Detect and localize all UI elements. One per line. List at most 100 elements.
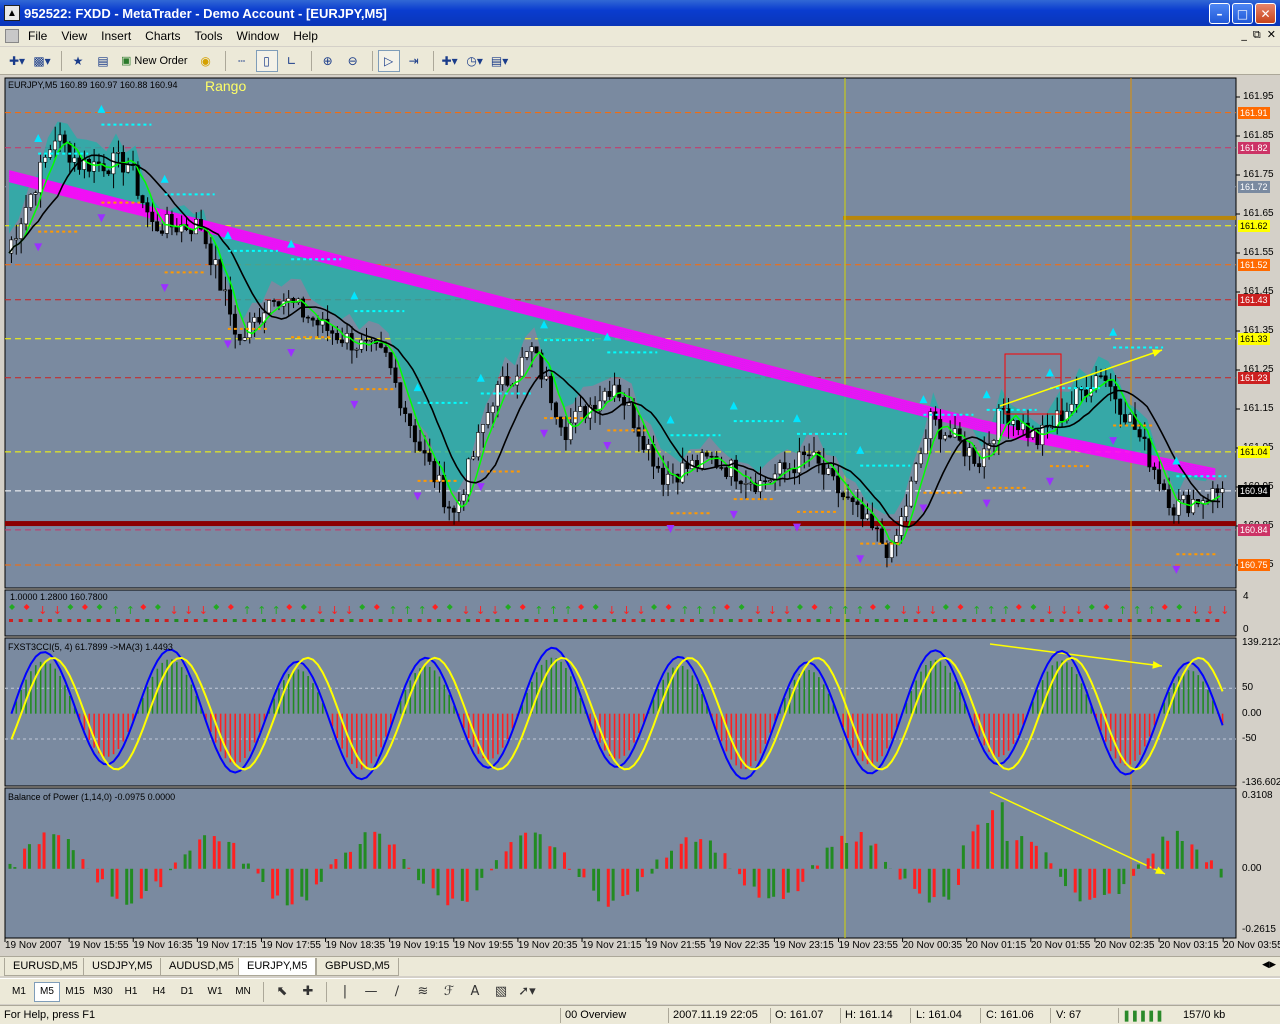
- candle-body: [962, 440, 967, 457]
- navigator-icon[interactable]: ▤: [92, 50, 114, 72]
- new-chart-icon[interactable]: ✚▾: [6, 50, 28, 72]
- signal-dot: [1049, 619, 1054, 622]
- indicators-icon[interactable]: ✚▾: [439, 50, 461, 72]
- status-bar: For Help, press F1 00 Overview 2007.11.1…: [0, 1005, 1280, 1024]
- channel-icon[interactable]: ≋: [410, 982, 436, 1002]
- menu-view[interactable]: View: [54, 29, 94, 43]
- bar-chart-icon[interactable]: ┄: [231, 50, 253, 72]
- profiles-icon[interactable]: ▩▾: [31, 50, 53, 72]
- zoom-out-icon[interactable]: ⊖: [342, 50, 364, 72]
- child-minimize-icon[interactable]: _: [1241, 28, 1247, 42]
- time-label: 19 Nov 23:15: [774, 940, 834, 951]
- minimize-button[interactable]: –: [1209, 3, 1230, 24]
- trendline-icon[interactable]: ∕: [384, 982, 410, 1002]
- tf-h4[interactable]: H4: [146, 982, 172, 1002]
- auto-scroll-icon[interactable]: ▷: [377, 49, 400, 72]
- cci-tick: -50: [1242, 733, 1257, 745]
- signal-dot: [826, 619, 831, 622]
- candle-body: [1171, 507, 1176, 516]
- templates-icon[interactable]: ▤▾: [489, 50, 511, 72]
- close-button[interactable]: ✕: [1255, 3, 1276, 24]
- candle-body: [826, 467, 831, 475]
- crosshair-icon[interactable]: ✚: [295, 982, 321, 1002]
- price-tag: 161.23: [1238, 371, 1270, 384]
- candle-body: [1157, 469, 1162, 485]
- tf-m30[interactable]: M30: [90, 982, 116, 1002]
- candle-body: [943, 435, 948, 440]
- tf-w1[interactable]: W1: [202, 982, 228, 1002]
- chart-canvas[interactable]: ↓ ↓ ↑ ↑ ↓ ↓ ↓ ↑ ↑ ↑ ↓ ↓ ↓ ↑ ↑ ↑ ↓ ↓ ↓ ↑ ↑ ↑ ↓ ↓ ↓ ↑ ↑ ↑ ↓ ↓ ↓ ↑ ↑ ↑ ↓ ↓ ↓ ↑ ↑ ↑…: [0, 76, 1280, 954]
- chart-shift-icon[interactable]: ⇥: [403, 50, 425, 72]
- candle-body: [471, 456, 476, 460]
- candle-body: [665, 473, 670, 485]
- signal-buy-arrow: ↑: [1133, 604, 1142, 617]
- tf-d1[interactable]: D1: [174, 982, 200, 1002]
- vertical-line-icon[interactable]: |: [332, 982, 358, 1002]
- tf-m5[interactable]: M5: [34, 981, 60, 1002]
- expert-advisors-icon[interactable]: ◉: [195, 50, 217, 72]
- arrows-icon[interactable]: ➚▾: [514, 982, 540, 1002]
- new-order-button[interactable]: ▣ New Order: [117, 50, 192, 72]
- signal-dot: [77, 619, 82, 622]
- candle-body: [549, 375, 554, 404]
- signal-sell-arrow: ↓: [38, 604, 47, 617]
- rango-label: Rango: [205, 78, 247, 94]
- time-label: 20 Nov 03:55: [1223, 940, 1280, 951]
- signal-sell-arrow: ↓: [768, 604, 777, 617]
- candle-body: [62, 134, 67, 144]
- candle-body: [1215, 488, 1220, 493]
- signal-buy-arrow: ↑: [841, 604, 850, 617]
- signal-dot: [310, 619, 315, 622]
- time-label: 19 Nov 21:15: [582, 940, 642, 951]
- menu-help[interactable]: Help: [286, 29, 325, 43]
- tf-mn[interactable]: MN: [230, 982, 256, 1002]
- signal-buy-arrow: ↑: [242, 604, 251, 617]
- tab-gbpusd[interactable]: GBPUSD,M5: [316, 958, 399, 976]
- tab-eurusd[interactable]: EURUSD,M5: [4, 958, 87, 976]
- tab-eurjpy[interactable]: EURJPY,M5: [238, 958, 317, 976]
- menu-tools[interactable]: Tools: [188, 29, 230, 43]
- price-tick: 161.55: [1243, 247, 1274, 258]
- chart-window-icon[interactable]: [5, 29, 19, 43]
- market-watch-icon[interactable]: ★: [67, 50, 89, 72]
- zoom-in-icon[interactable]: ⊕: [317, 50, 339, 72]
- candle-body: [836, 475, 841, 494]
- time-label: 20 Nov 02:35: [1094, 940, 1155, 951]
- candle-body: [33, 192, 38, 195]
- text-icon[interactable]: A: [462, 982, 488, 1002]
- signal-sell-arrow: ↓: [1191, 604, 1200, 617]
- child-close-icon[interactable]: ✕: [1267, 28, 1276, 42]
- tf-m15[interactable]: M15: [62, 982, 88, 1002]
- signal-buy-arrow: ↑: [563, 604, 572, 617]
- resistance-line: [843, 215, 1236, 220]
- signal-sell-arrow: ↓: [315, 604, 324, 617]
- text-label-icon[interactable]: ▧: [488, 982, 514, 1002]
- signal-dot: [553, 619, 558, 622]
- tab-audusd[interactable]: AUDUSD,M5: [160, 958, 243, 976]
- child-restore-icon[interactable]: ⧉: [1253, 28, 1261, 42]
- signal-dot: [894, 619, 899, 622]
- menu-window[interactable]: Window: [230, 29, 287, 43]
- tab-scroll-icon[interactable]: ◀▶: [1262, 960, 1276, 970]
- candlestick-icon[interactable]: ▯: [255, 49, 278, 72]
- tf-m1[interactable]: M1: [6, 982, 32, 1002]
- candle-body: [797, 451, 802, 474]
- signal-sell-arrow: ↓: [476, 604, 485, 617]
- metatrader-icon[interactable]: ▲: [4, 5, 20, 21]
- menu-insert[interactable]: Insert: [94, 29, 138, 43]
- candle-body: [865, 513, 870, 520]
- periods-icon[interactable]: ◷▾: [464, 50, 486, 72]
- status-traffic: 157/0 kb: [1183, 1009, 1226, 1021]
- maximize-button[interactable]: □: [1232, 3, 1253, 24]
- line-chart-icon[interactable]: ∟: [281, 50, 303, 72]
- fibonacci-icon[interactable]: ℱ: [436, 982, 462, 1002]
- cursor-icon[interactable]: ⬉: [269, 982, 295, 1002]
- menu-file[interactable]: File: [21, 29, 54, 43]
- tf-h1[interactable]: H1: [118, 982, 144, 1002]
- menu-charts[interactable]: Charts: [138, 29, 187, 43]
- horizontal-line-icon[interactable]: —: [358, 982, 384, 1002]
- chart-window[interactable]: ↓ ↓ ↑ ↑ ↓ ↓ ↓ ↑ ↑ ↑ ↓ ↓ ↓ ↑ ↑ ↑ ↓ ↓ ↓ ↑ ↑ ↑ ↓ ↓ ↓ ↑ ↑ ↑ ↓ ↓ ↓ ↑ ↑ ↑ ↓ ↓ ↓ ↑ ↑ ↑…: [0, 76, 1280, 954]
- signal-sell-arrow: ↓: [607, 604, 616, 617]
- tab-usdjpy[interactable]: USDJPY,M5: [83, 958, 162, 976]
- signal-dot: [203, 619, 208, 622]
